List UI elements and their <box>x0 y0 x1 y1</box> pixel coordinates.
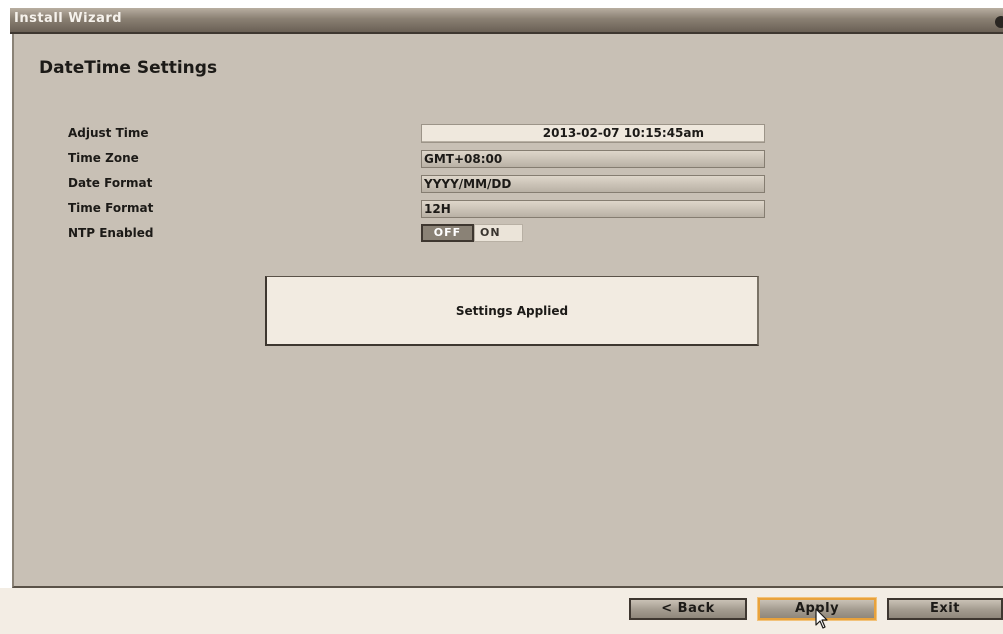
time-zone-select[interactable]: GMT+08:00 <box>421 150 765 168</box>
page-title: DateTime Settings <box>39 58 218 78</box>
message-text: Settings Applied <box>455 303 569 318</box>
back-button[interactable]: < Back <box>629 598 747 620</box>
wizard-footer: < Back Apply Exit <box>0 588 1003 634</box>
adjust-time-field[interactable]: 2013-02-07 10:15:45am <box>421 124 765 143</box>
install-wizard-window: Install Wizard DateTime Settings Adjust … <box>0 0 1003 634</box>
time-format-select[interactable]: 12H <box>421 200 765 218</box>
ntp-off-option[interactable]: OFF <box>421 224 474 242</box>
settings-applied-message-box: Settings Applied <box>265 276 759 346</box>
ntp-enabled-toggle: OFF ON <box>421 224 523 242</box>
ntp-on-option[interactable]: ON <box>474 224 523 242</box>
date-format-select[interactable]: YYYY/MM/DD <box>421 175 765 193</box>
settings-panel: DateTime Settings Adjust Time 2013-02-07… <box>12 34 1003 588</box>
exit-button[interactable]: Exit <box>887 598 1003 620</box>
window-title: Install Wizard <box>14 11 123 26</box>
adjust-time-label: Adjust Time <box>68 126 149 140</box>
time-zone-label: Time Zone <box>68 151 139 165</box>
date-format-label: Date Format <box>68 176 153 190</box>
title-bar: Install Wizard <box>10 8 1003 34</box>
window-status-dot-icon <box>995 16 1003 28</box>
ntp-enabled-label: NTP Enabled <box>68 226 154 240</box>
mouse-pointer-icon <box>815 608 828 629</box>
time-format-label: Time Format <box>68 201 154 215</box>
